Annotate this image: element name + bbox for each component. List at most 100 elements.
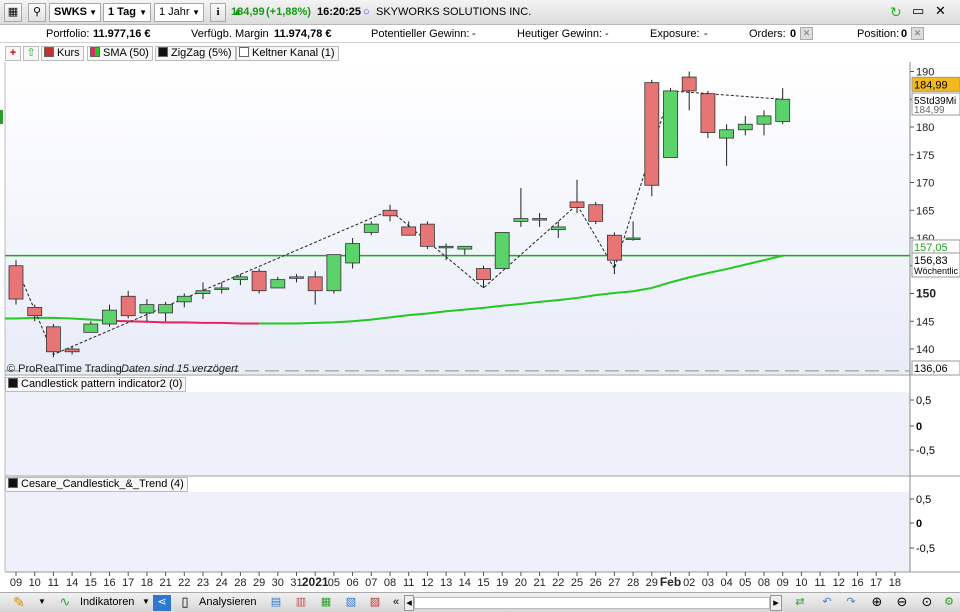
x-tick-label: 22	[178, 577, 190, 589]
scroll-left-icon[interactable]: «	[390, 595, 402, 611]
expand-icon[interactable]: ⇧	[23, 46, 39, 61]
candle-body	[8, 265, 24, 300]
zoom-out-icon[interactable]: ⊖	[893, 595, 911, 611]
candle-body	[419, 223, 435, 247]
x-tick-label: 28	[234, 577, 246, 589]
x-tick-label: 20	[515, 577, 527, 589]
zoom-in-icon[interactable]: ⊕	[868, 595, 886, 611]
candle-body	[700, 93, 716, 133]
x-tick-label: 18	[889, 577, 901, 589]
x-tick-label: 23	[197, 577, 209, 589]
indicator-sma[interactable]: SMA (50)	[87, 46, 153, 61]
x-tick-label: 10	[795, 577, 807, 589]
candle-body	[382, 209, 398, 217]
indicator-zigzag[interactable]: ZigZag (5%)	[155, 46, 236, 61]
candle-body	[214, 287, 230, 290]
x-tick-label: 29	[646, 577, 658, 589]
candle-body	[289, 276, 304, 279]
indicator-kurs[interactable]: Kurs	[41, 46, 84, 61]
candle-body	[644, 82, 660, 186]
candle-body	[232, 276, 248, 281]
indicators-button[interactable]: Indikatoren	[80, 595, 134, 611]
candle-body	[588, 204, 604, 222]
candle-body	[27, 306, 43, 317]
x-tick-label: 12	[833, 577, 845, 589]
main-panel-bg	[5, 62, 910, 374]
x-tick-label: 21	[533, 577, 545, 589]
panel1-tick-label: -0,5	[916, 445, 935, 457]
candle-body	[307, 276, 323, 292]
share-icon[interactable]: ⋖	[153, 595, 171, 611]
chart-tool-3-icon[interactable]: ▦	[317, 595, 335, 611]
hidden-price-tag: 184,99	[914, 105, 945, 116]
zoom-reset-icon[interactable]: ⊙	[918, 595, 936, 611]
candle-body	[158, 304, 174, 314]
candle-body	[83, 323, 99, 333]
analyze-icon[interactable]: ▯	[176, 595, 194, 611]
panel1-tick-label: 0	[916, 421, 922, 433]
pencil-tool-icon[interactable]: ✎	[4, 595, 34, 611]
chart-tool-4-icon[interactable]: ▧	[342, 595, 360, 611]
chart-tool-5-icon[interactable]: ▨	[366, 595, 384, 611]
candle-body	[270, 279, 286, 289]
x-tick-label: 17	[870, 577, 882, 589]
panel1-swatch	[8, 378, 18, 388]
price-tag: 184,99	[914, 79, 948, 91]
scroll-right-button[interactable]: ▸	[770, 595, 782, 611]
x-tick-label: 16	[851, 577, 863, 589]
chart-tool-2-icon[interactable]: ▥	[292, 595, 310, 611]
panel2-swatch	[8, 478, 18, 488]
candle-body	[663, 90, 678, 158]
candle-body	[494, 232, 510, 269]
weekly-tag: Wöchentlic	[914, 266, 959, 276]
panel2-title[interactable]: Cesare_Candlestick_&_Trend (4)	[5, 477, 188, 492]
indicator-bar: + ⇧ Kurs SMA (50) ZigZag (5%) Keltner Ka…	[0, 44, 340, 62]
x-tick-label: 05	[739, 577, 751, 589]
panel2-bg	[5, 492, 910, 572]
candle-body	[775, 98, 791, 122]
x-tick-label: 26	[590, 577, 602, 589]
undo-icon[interactable]: ↶	[818, 595, 836, 611]
analyze-button[interactable]: Analysieren	[199, 595, 256, 611]
panel1-title-label: Candlestick pattern indicator2 (0)	[21, 378, 183, 390]
x-tick-label: 02	[683, 577, 695, 589]
y-tick-label: 170	[916, 178, 934, 190]
candle-body	[363, 223, 379, 233]
indicator-kurs-label: Kurs	[57, 47, 80, 59]
panel1-bg	[5, 392, 910, 475]
x-tick-label: 09	[777, 577, 789, 589]
x-tick-label: 14	[459, 577, 471, 589]
chart-tool-1-icon[interactable]: ▤	[267, 595, 285, 611]
zigzag-swatch	[158, 47, 168, 57]
candle-body	[532, 218, 547, 221]
keltner-swatch	[239, 47, 249, 57]
x-tick-label: 06	[346, 577, 358, 589]
y-tick-label: 150	[916, 287, 936, 301]
x-tick-label: 10	[29, 577, 41, 589]
panel1-title[interactable]: Candlestick pattern indicator2 (0)	[5, 377, 187, 392]
bottom-toolbar: ✎ ▼ ∿ Indikatoren ▼ ⋖ ▯ Analysieren ▤ ▥ …	[0, 592, 960, 612]
candle-body	[550, 226, 566, 231]
candle-body	[457, 245, 473, 250]
redo-icon[interactable]: ↷	[842, 595, 860, 611]
price-chart[interactable]: 140145150155160165170175180185190184,995…	[0, 0, 960, 612]
sync-icon[interactable]: ⇄	[790, 595, 810, 611]
x-tick-label: 05	[328, 577, 340, 589]
chevron-down-icon[interactable]: ▼	[140, 595, 152, 611]
candle-body	[607, 234, 622, 261]
x-tick-label: 07	[365, 577, 377, 589]
panel2-tick-label: 0,5	[916, 494, 931, 506]
kurs-swatch	[44, 47, 54, 57]
chevron-down-icon[interactable]: ▼	[36, 595, 48, 611]
candle-body	[46, 326, 61, 353]
panel2-tick-label: 0	[916, 518, 922, 530]
add-indicator-icon[interactable]: +	[5, 46, 21, 61]
candle-body	[102, 309, 117, 325]
horizontal-scrollbar[interactable]	[414, 597, 770, 609]
indicator-keltner[interactable]: Keltner Kanal (1)	[236, 46, 339, 61]
candle-body	[195, 290, 211, 294]
x-tick-label: 15	[85, 577, 97, 589]
scroll-left-button[interactable]: ◂	[404, 595, 414, 611]
indicators-icon[interactable]: ∿	[54, 595, 76, 611]
settings-icon[interactable]: ⚙	[940, 595, 958, 611]
